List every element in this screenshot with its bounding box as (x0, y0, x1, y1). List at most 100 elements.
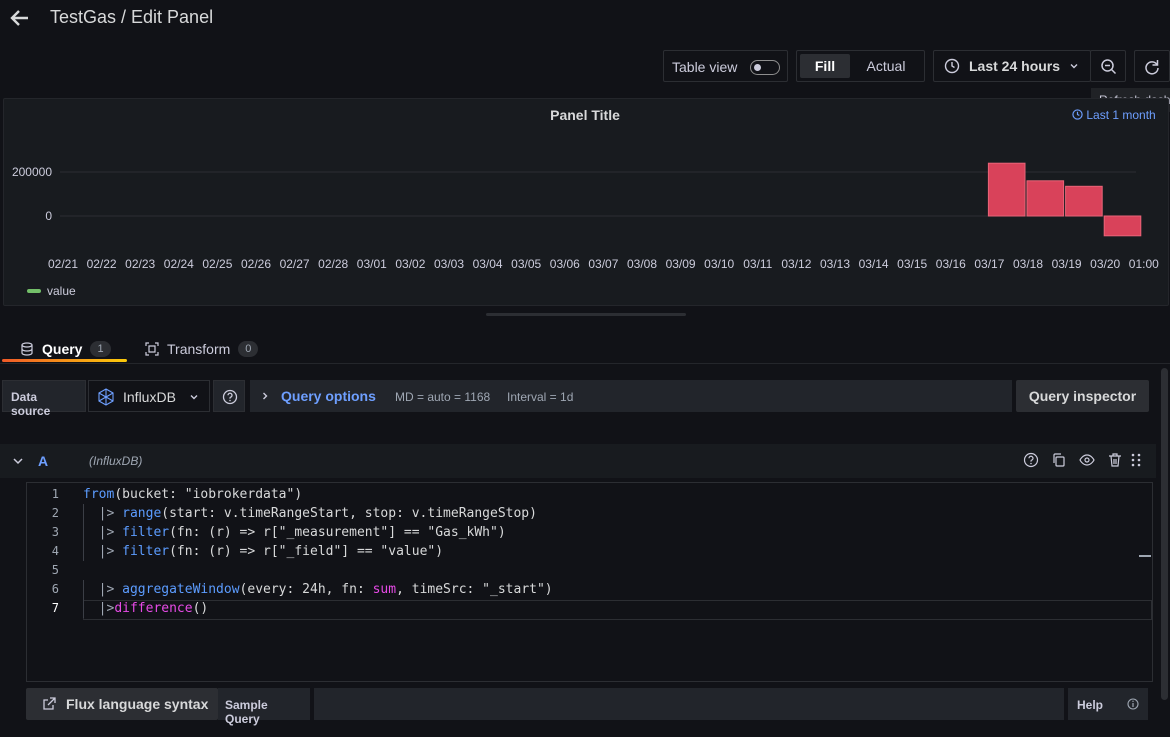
flux-syntax-label: Flux language syntax (66, 696, 209, 712)
x-tick-label: 01:00 (1129, 257, 1159, 271)
indent-guide (83, 523, 84, 542)
x-tick-label: 02/25 (202, 257, 232, 271)
line-number: 5 (51, 563, 59, 577)
database-icon (21, 342, 33, 356)
x-tick-label: 03/04 (473, 257, 503, 271)
line-number: 6 (51, 582, 59, 596)
chevron-down-icon (1070, 64, 1078, 69)
legend-item-value[interactable]: value (47, 284, 76, 298)
zoom-out-icon (1101, 59, 1117, 75)
y-tick-label: 0 (45, 209, 52, 223)
x-tick-label: 03/16 (936, 257, 966, 271)
panel-time-override: Last 1 month (1072, 108, 1156, 122)
page-title: TestGas / Edit Panel (50, 7, 214, 27)
refresh-button[interactable] (1134, 50, 1170, 82)
tab-transform[interactable]: Transform 0 (145, 336, 259, 362)
data-source-select[interactable]: InfluxDB (88, 380, 210, 412)
x-tick-label: 02/23 (125, 257, 155, 271)
indent-guide (83, 599, 84, 618)
info-icon (1127, 698, 1139, 710)
tab-transform-count: 0 (238, 341, 259, 357)
clock-icon (944, 58, 960, 74)
duplicate-icon[interactable] (1051, 452, 1067, 468)
query-a-header (0, 444, 1156, 478)
x-tick-label: 03/11 (743, 257, 772, 271)
flux-syntax-link[interactable]: Flux language syntax (26, 688, 218, 720)
bar (1026, 180, 1065, 217)
toggle-switch[interactable] (750, 60, 780, 75)
time-override-label: Last 1 month (1086, 108, 1156, 122)
tab-transform-label: Transform (167, 341, 231, 357)
code-editor[interactable]: 1 from(bucket: "iobrokerdata") 2 |> range(… (26, 482, 1153, 682)
actual-button[interactable]: Actual (853, 54, 919, 78)
time-range-picker[interactable]: Last 24 hours (933, 50, 1091, 82)
line-number: 1 (51, 487, 59, 501)
panel-resize-handle[interactable] (486, 313, 686, 316)
max-data-points: MD = auto = 1168 (395, 390, 491, 404)
clock-icon (1072, 109, 1083, 120)
x-tick-label: 02/26 (241, 257, 271, 271)
x-tick-label: 03/18 (1013, 257, 1043, 271)
interval: Interval = 1d (507, 390, 574, 404)
query-options-label: Query options (281, 388, 376, 404)
x-tick-label: 02/28 (318, 257, 348, 271)
query-datasource: (InfluxDB) (89, 454, 143, 468)
bar-chart: 200000 0 02/21 02/22 02/23 02/24 02/25 02/26 02/… (12, 162, 1159, 271)
x-tick-label: 02/24 (164, 257, 194, 271)
question-circle-icon (222, 389, 238, 405)
vertical-scrollbar[interactable] (1161, 368, 1168, 700)
collapse-chevron-icon[interactable] (12, 456, 24, 466)
query-inspector-button[interactable]: Query inspector (1016, 380, 1149, 412)
code-line: from(bucket: "iobrokerdata") (83, 487, 303, 502)
bar (1103, 215, 1142, 237)
drag-handle-icon[interactable] (1128, 452, 1144, 468)
transform-icon (145, 342, 159, 356)
code-line: |> filter(fn: (r) => r["_measurement"] =… (98, 525, 506, 540)
indent-guide (83, 504, 84, 523)
table-view-toggle[interactable]: Table view (663, 50, 788, 82)
trash-icon[interactable] (1107, 452, 1123, 468)
query-letter[interactable]: A (38, 453, 48, 469)
tabs-divider (0, 363, 1170, 364)
code-line: |> filter(fn: (r) => r["_field"] == "val… (98, 544, 444, 559)
data-source-value: InfluxDB (123, 389, 176, 405)
fill-button[interactable]: Fill (800, 54, 850, 78)
x-tick-label: 02/27 (280, 257, 310, 271)
fill-actual-group: Fill Actual (796, 50, 925, 82)
tab-query-count: 1 (90, 341, 111, 357)
data-source-help-button[interactable] (213, 380, 245, 412)
zoom-out-button[interactable] (1090, 50, 1126, 82)
external-link-icon (43, 697, 56, 710)
x-tick-label: 03/17 (974, 257, 1004, 271)
query-options[interactable]: Query options MD = auto = 1168 Interval … (250, 380, 1012, 412)
line-number: 3 (51, 525, 59, 539)
bar (1065, 185, 1103, 217)
x-tick-label: 03/01 (357, 257, 387, 271)
x-tick-label: 03/07 (588, 257, 618, 271)
back-arrow-icon[interactable] (8, 6, 32, 30)
current-line-highlight (83, 600, 1152, 620)
x-tick-label: 03/03 (434, 257, 464, 271)
data-source-label: Data source (2, 380, 86, 418)
panel-title: Panel Title (550, 107, 620, 123)
x-tick-label: 02/21 (48, 257, 78, 271)
eye-icon[interactable] (1079, 452, 1095, 468)
x-tick-label: 03/12 (781, 257, 811, 271)
indent-guide (83, 580, 84, 599)
help-icon[interactable] (1023, 452, 1039, 468)
x-tick-label: 03/02 (395, 257, 425, 271)
sample-query-select[interactable] (314, 688, 1064, 720)
time-range-label: Last 24 hours (969, 58, 1061, 74)
help-toggle[interactable]: Help (1068, 688, 1148, 720)
x-tick-label: 02/22 (87, 257, 117, 271)
x-tick-label: 03/14 (859, 257, 889, 271)
x-tick-label: 03/13 (820, 257, 850, 271)
code-line: |> range(start: v.timeRangeStart, stop: … (98, 506, 537, 521)
chevron-down-icon (190, 395, 198, 400)
sample-query-label: Sample Query (218, 688, 310, 726)
legend: value (27, 282, 76, 298)
table-view-label: Table view (672, 59, 738, 75)
x-tick-label: 03/08 (627, 257, 657, 271)
chevron-right-icon (263, 392, 268, 400)
line-number: 2 (51, 506, 59, 520)
